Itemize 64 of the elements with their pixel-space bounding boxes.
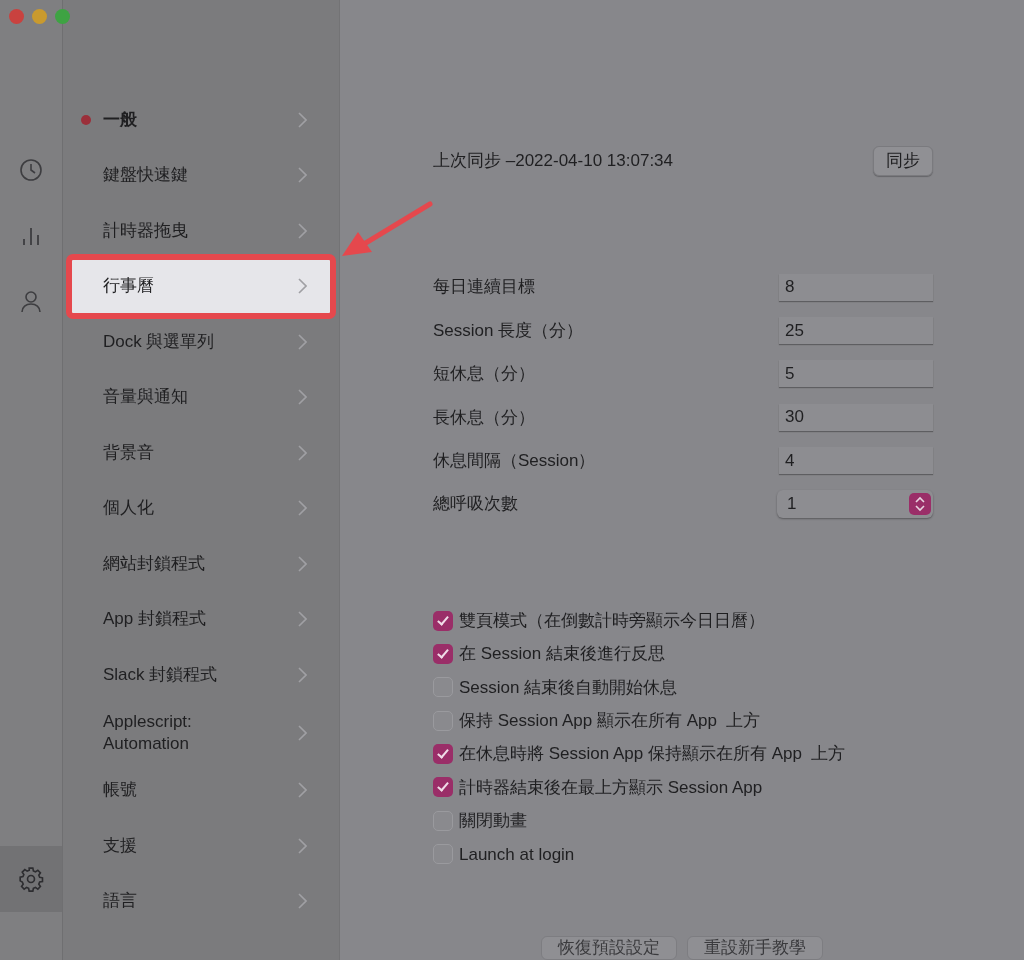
chevron-right-icon xyxy=(298,222,307,239)
chevron-right-icon xyxy=(298,666,307,683)
checkbox-label: 計時器結束後在最上方顯示 Session App xyxy=(459,776,763,799)
sidebar-item[interactable]: Applescript: Automation xyxy=(71,702,331,763)
sidebar-item[interactable]: Slack 封鎖程式 xyxy=(71,647,331,703)
sidebar-item[interactable]: 背景音 xyxy=(71,425,331,481)
checkbox-label: Launch at login xyxy=(459,843,575,866)
sidebar-item[interactable]: 網站封鎖程式 xyxy=(71,536,331,592)
field-label: 短休息（分） xyxy=(433,363,535,386)
checkbox[interactable] xyxy=(433,744,453,765)
sidebar-item[interactable]: 語言 xyxy=(71,873,331,930)
chevron-right-icon xyxy=(298,724,307,741)
sidebar-item[interactable]: 音量與通知 xyxy=(71,369,331,425)
footer-button[interactable]: 恢復預設設定 xyxy=(541,936,677,960)
field-label: Session 長度（分） xyxy=(433,319,584,342)
person-icon xyxy=(20,290,42,314)
sidebar-item[interactable]: 一般 xyxy=(71,92,331,148)
input-field[interactable]: 4 xyxy=(779,447,933,475)
clock-icon xyxy=(19,158,43,182)
chevron-right-icon xyxy=(298,837,307,854)
field-label: 休息間隔（Session） xyxy=(433,450,596,472)
window-control-button[interactable] xyxy=(9,9,24,24)
sidebar-item[interactable]: 計時器拖曳 xyxy=(71,203,331,259)
stepper-arrows-icon[interactable] xyxy=(909,493,931,516)
chevron-right-icon xyxy=(298,167,307,184)
chevron-right-icon xyxy=(298,389,307,406)
sidebar-item[interactable]: 鍵盤快速鍵 xyxy=(71,147,331,203)
chevron-right-icon xyxy=(298,444,307,461)
chevron-right-icon xyxy=(298,893,307,910)
chevron-right-icon xyxy=(298,555,307,572)
checkbox-label: 保持 Session App 顯示在所有 App 上方 xyxy=(459,709,761,732)
checkbox-label: 關閉動畫 xyxy=(459,810,527,833)
sync-button[interactable]: 同步 xyxy=(873,146,933,176)
chevron-right-icon xyxy=(298,782,307,799)
settings-icon xyxy=(18,866,44,892)
input-field[interactable]: 8 xyxy=(779,273,933,301)
window-control-button[interactable] xyxy=(32,9,47,24)
chevron-right-icon xyxy=(298,611,307,628)
field-label: 長休息（分） xyxy=(433,406,535,429)
chevron-right-icon xyxy=(298,500,307,517)
sync-status-text: 上次同步 –2022-04-10 13:07:34 xyxy=(433,150,674,172)
input-field[interactable]: 30 xyxy=(779,403,933,431)
sidebar-item[interactable]: 支援 xyxy=(71,818,331,874)
checkbox-label: 在 Session 結束後進行反思 xyxy=(459,643,665,666)
stepper-field[interactable]: 1 xyxy=(777,490,933,519)
sidebar-item[interactable]: Dock 與選單列 xyxy=(71,314,331,370)
field-label: 總呼吸次數 xyxy=(433,493,518,516)
checkbox[interactable] xyxy=(433,610,453,631)
chevron-right-icon xyxy=(298,278,307,295)
sidebar-item[interactable]: 個人化 xyxy=(71,480,331,536)
checkbox[interactable] xyxy=(433,777,453,798)
bar-chart-icon xyxy=(20,225,42,247)
input-field[interactable]: 5 xyxy=(779,360,933,388)
checkbox[interactable] xyxy=(433,643,453,664)
sidebar-item[interactable]: App 封鎖程式 xyxy=(71,591,331,647)
checkbox-label: Session 結束後自動開始休息 xyxy=(459,676,678,699)
sidebar-item[interactable]: 帳號 xyxy=(71,762,331,819)
chevron-right-icon xyxy=(298,111,307,128)
field-label: 每日連續目標 xyxy=(433,276,535,299)
footer-button[interactable]: 重設新手教學 xyxy=(687,936,823,960)
input-field[interactable]: 25 xyxy=(779,317,933,345)
checkbox-label: 在休息時將 Session App 保持顯示在所有 App 上方 xyxy=(459,743,846,766)
chevron-right-icon xyxy=(298,333,307,350)
checkbox-label: 雙頁模式（在倒數計時旁顯示今日日曆） xyxy=(459,609,765,632)
